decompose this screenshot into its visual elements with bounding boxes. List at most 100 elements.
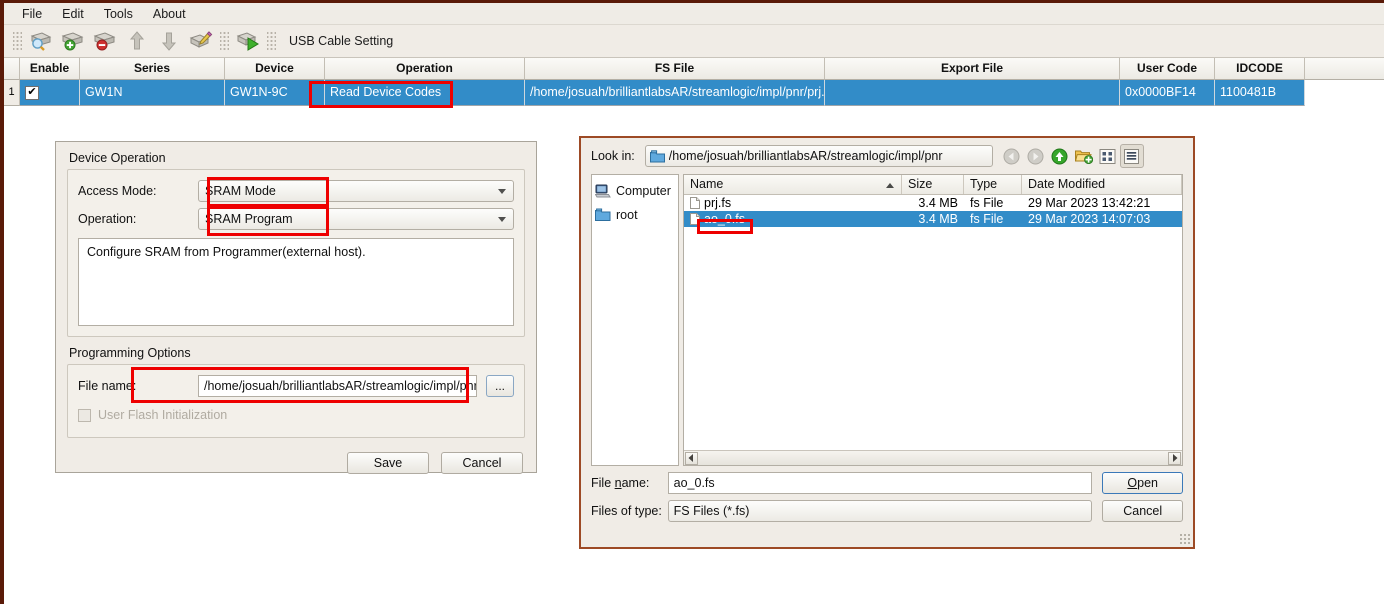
column-header-fs-file[interactable]: FS File xyxy=(525,58,825,80)
enable-checkbox[interactable]: ✔ xyxy=(25,85,39,100)
folder-icon xyxy=(649,149,665,162)
back-button[interactable] xyxy=(1000,144,1024,168)
column-header-enable[interactable]: Enable xyxy=(20,58,80,80)
table-row[interactable]: 1 ✔ GW1N GW1N-9C Read Device Codes /home… xyxy=(4,80,1384,106)
dialog-files-of-type-row: Files of type: FS Files (*.fs) Cancel xyxy=(591,500,1183,522)
move-down-button[interactable] xyxy=(153,27,185,55)
programming-options-group: File name: /home/josuah/brilliantlabsAR/… xyxy=(67,364,525,438)
dialog-files-of-type-select[interactable]: FS Files (*.fs) xyxy=(667,500,1093,522)
menu-item-edit[interactable]: Edit xyxy=(52,5,94,23)
panel-file-name-input[interactable]: /home/josuah/brilliantlabsAR/streamlogic… xyxy=(198,375,477,397)
remove-device-button[interactable] xyxy=(89,27,121,55)
program-run-icon xyxy=(236,32,259,51)
file-list-header: Name Size Type Date Modified xyxy=(684,175,1182,195)
sidebar-item-root-label: root xyxy=(616,208,638,222)
column-header-series[interactable]: Series xyxy=(80,58,225,80)
look-in-value: /home/josuah/brilliantlabsAR/streamlogic… xyxy=(668,149,943,163)
column-header-export-file[interactable]: Export File xyxy=(825,58,1120,80)
file-row-prj-type: fs File xyxy=(970,196,1004,210)
edit-device-icon xyxy=(189,31,213,48)
open-file-dialog: Look in: /home/josuah/brilliantlabsAR/st… xyxy=(579,136,1195,549)
file-row-prj[interactable]: prj.fs 3.4 MB fs File 29 Mar 2023 13:42:… xyxy=(684,195,1182,211)
programmer-window: File Edit Tools About USB Cable Setting … xyxy=(0,0,1384,604)
operation-description: Configure SRAM from Programmer(external … xyxy=(78,238,514,326)
cancel-button[interactable]: Cancel xyxy=(441,452,523,474)
detail-view-button[interactable] xyxy=(1119,144,1144,168)
browse-button[interactable]: ... xyxy=(486,375,514,397)
move-up-icon xyxy=(129,31,145,50)
file-row-prj-size: 3.4 MB xyxy=(918,196,958,210)
access-mode-label: Access Mode: xyxy=(78,184,157,198)
file-column-date[interactable]: Date Modified xyxy=(1022,175,1182,194)
add-device-icon xyxy=(61,32,84,51)
column-header-user-code[interactable]: User Code xyxy=(1120,58,1215,80)
cell-enable[interactable]: ✔ xyxy=(20,80,80,106)
file-icon xyxy=(690,197,700,209)
file-column-size[interactable]: Size xyxy=(902,175,964,194)
scan-device-button[interactable] xyxy=(25,27,57,55)
folder-icon-root xyxy=(595,208,611,221)
cell-operation[interactable]: Read Device Codes xyxy=(325,80,525,106)
file-list: Name Size Type Date Modified prj.fs 3.4 … xyxy=(683,174,1183,466)
dialog-cancel-button[interactable]: Cancel xyxy=(1102,500,1183,522)
edit-device-button[interactable] xyxy=(185,27,217,55)
move-up-button[interactable] xyxy=(121,27,153,55)
look-in-row: Look in: /home/josuah/brilliantlabsAR/st… xyxy=(581,138,1193,170)
dialog-files-of-type-value: FS Files (*.fs) xyxy=(673,504,750,518)
toolbar-separator-3 xyxy=(267,30,276,52)
device-operation-title: Device Operation xyxy=(69,151,166,165)
dialog-file-name-input[interactable]: ao_0.fs xyxy=(667,472,1093,494)
file-column-name[interactable]: Name xyxy=(684,175,902,194)
table-header-row: Enable Series Device Operation FS File E… xyxy=(4,58,1384,80)
forward-button[interactable] xyxy=(1024,144,1048,168)
file-row-ao0-name-cell: ao_0.fs xyxy=(684,211,902,227)
sidebar-item-computer[interactable]: Computer xyxy=(595,179,675,203)
cell-device[interactable]: GW1N-9C xyxy=(225,80,325,106)
menu-item-tools[interactable]: Tools xyxy=(94,5,143,23)
operation-select[interactable]: SRAM Program xyxy=(198,208,514,230)
column-header-filler xyxy=(1305,58,1384,80)
menu-item-about[interactable]: About xyxy=(143,5,196,23)
sidebar-item-root[interactable]: root xyxy=(595,203,675,227)
file-list-rows: prj.fs 3.4 MB fs File 29 Mar 2023 13:42:… xyxy=(684,195,1182,450)
add-device-button[interactable] xyxy=(57,27,89,55)
open-button[interactable]: Open xyxy=(1102,472,1183,494)
column-header-device[interactable]: Device xyxy=(225,58,325,80)
scroll-left-icon[interactable] xyxy=(685,451,698,465)
menu-bar: File Edit Tools About xyxy=(4,3,1384,25)
cell-export-file[interactable] xyxy=(825,80,1120,106)
places-sidebar: Computer root xyxy=(591,174,679,466)
file-list-horizontal-scrollbar[interactable] xyxy=(684,450,1182,465)
chevron-down-icon-2 xyxy=(498,217,506,222)
usb-cable-setting-label[interactable]: USB Cable Setting xyxy=(289,34,393,48)
toolbar: USB Cable Setting xyxy=(4,25,1384,58)
scroll-right-icon[interactable] xyxy=(1168,451,1181,465)
list-view-button[interactable] xyxy=(1096,144,1120,168)
cell-series[interactable]: GW1N xyxy=(80,80,225,106)
dialog-file-name-row: File name: ao_0.fs Open xyxy=(591,472,1183,494)
new-folder-button[interactable] xyxy=(1072,144,1096,168)
toolbar-separator-1 xyxy=(13,30,22,52)
menu-item-file[interactable]: File xyxy=(12,5,52,23)
program-run-button[interactable] xyxy=(232,27,264,55)
operation-label: Operation: xyxy=(78,212,137,226)
file-dialog-body: Computer root Name Size Type Date Modifi… xyxy=(581,170,1193,466)
column-header-operation[interactable]: Operation xyxy=(325,58,525,80)
parent-directory-button[interactable] xyxy=(1048,144,1072,168)
look-in-select[interactable]: /home/josuah/brilliantlabsAR/streamlogic… xyxy=(644,145,993,167)
save-button[interactable]: Save xyxy=(347,452,429,474)
cell-filler xyxy=(1305,80,1384,106)
file-row-ao0-type: fs File xyxy=(970,212,1004,226)
cell-fs-file[interactable]: /home/josuah/brilliantlabsAR/streamlogic… xyxy=(525,80,825,106)
file-column-type[interactable]: Type xyxy=(964,175,1022,194)
look-in-label: Look in: xyxy=(591,149,635,163)
dialog-files-of-type-label: Files of type: xyxy=(591,504,662,518)
column-header-idcode[interactable]: IDCODE xyxy=(1215,58,1305,80)
resize-grip[interactable] xyxy=(1179,533,1190,544)
access-mode-row: Access Mode: SRAM Mode xyxy=(78,178,514,204)
row-number: 1 xyxy=(4,80,20,106)
access-mode-select[interactable]: SRAM Mode xyxy=(198,180,514,202)
file-row-ao0[interactable]: ao_0.fs 3.4 MB fs File 29 Mar 2023 14:07… xyxy=(684,211,1182,227)
cell-idcode[interactable]: 1100481B xyxy=(1215,80,1305,106)
cell-user-code[interactable]: 0x0000BF14 xyxy=(1120,80,1215,106)
